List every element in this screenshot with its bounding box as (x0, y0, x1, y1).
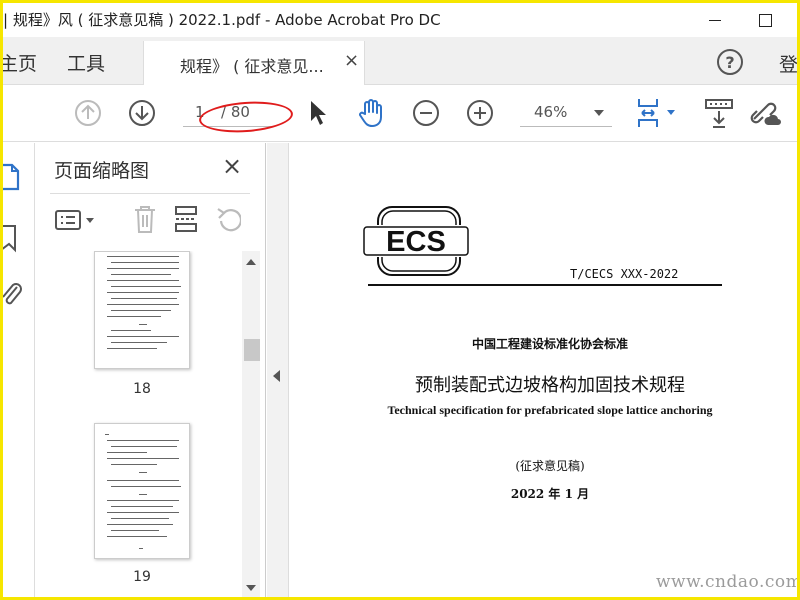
document-title: 预制装配式边坡格构加固技术规程 (415, 375, 685, 396)
tab-document-label: 规程》 ( 征求意见... (180, 57, 324, 76)
delete-page-icon[interactable] (132, 203, 158, 235)
document-title-english: Technical specification for prefabricate… (387, 403, 713, 417)
zoom-out-icon[interactable] (411, 98, 441, 128)
panel-close-icon[interactable]: × (222, 152, 242, 180)
sign-in-link[interactable]: 登 (779, 50, 797, 77)
thumbnail-page-18[interactable] (94, 251, 190, 369)
thumbnail-page-number: 19 (133, 569, 151, 585)
ecs-logo: ECS (360, 205, 472, 277)
thumbnails-scrollbar[interactable] (242, 251, 260, 597)
thumbnail-page-19[interactable] (94, 423, 190, 559)
header-rule (368, 284, 722, 286)
next-page-icon[interactable] (127, 98, 157, 128)
document-date: 2022 年 1 月 (510, 487, 590, 501)
bookmarks-icon[interactable] (3, 223, 23, 253)
tab-tools[interactable]: 工具 (67, 49, 105, 76)
hand-tool-icon[interactable] (355, 96, 387, 130)
title-bar: | 规程》风 ( 征求意见稿 ) 2022.1.pdf - Adobe Acro… (3, 3, 797, 37)
maximize-button[interactable] (743, 5, 787, 35)
draft-label: (征求意见稿) (515, 459, 585, 473)
thumbnail-page-number: 18 (133, 381, 151, 397)
page-thumbnails-icon[interactable] (3, 161, 23, 191)
document-view: ECS T/CECS XXX-2022 中国工程建设标准化协会标准 预制装配式边… (290, 143, 797, 597)
thumbnail-list: 18 19 (36, 251, 246, 597)
scrollbar-thumb[interactable] (244, 339, 260, 361)
association-name: 中国工程建设标准化协会标准 (471, 337, 628, 351)
panel-collapse-strip[interactable] (267, 143, 289, 597)
fit-page-icon[interactable] (635, 96, 681, 130)
tab-close-icon[interactable]: × (344, 50, 359, 71)
panel-divider (50, 193, 250, 194)
panel-title: 页面缩略图 (54, 160, 150, 182)
thumbnails-panel: 页面缩略图 × 18 19 (36, 143, 266, 597)
collapse-arrow-icon[interactable] (273, 370, 280, 382)
select-cursor-icon[interactable] (305, 98, 331, 128)
tab-home[interactable]: 主页 (3, 49, 37, 76)
scroll-up-arrow-icon[interactable] (246, 259, 256, 265)
insert-page-icon[interactable] (172, 203, 200, 235)
zoom-value: 46% (534, 103, 568, 121)
zoom-in-icon[interactable] (465, 98, 495, 128)
minimize-button[interactable] (693, 5, 737, 35)
keyboard-scroll-icon[interactable] (703, 96, 735, 130)
zoom-dropdown[interactable]: 46% (520, 99, 612, 127)
logo-text: ECS (386, 226, 446, 258)
previous-page-icon[interactable] (73, 98, 103, 128)
help-icon[interactable]: ? (717, 49, 743, 75)
left-nav-rail (3, 143, 35, 597)
share-link-icon[interactable] (747, 96, 783, 130)
options-menu-icon[interactable] (54, 205, 100, 235)
tab-bar: 主页 工具 规程》 ( 征求意见... × ? 登 (3, 37, 797, 85)
chevron-down-icon (594, 110, 604, 116)
scroll-down-arrow-icon[interactable] (246, 585, 256, 591)
rotate-page-icon[interactable] (214, 203, 242, 235)
watermark: www.cndao.com (656, 572, 797, 592)
panel-toolbar (36, 195, 266, 245)
attachments-icon[interactable] (3, 279, 25, 309)
acrobat-window: | 规程》风 ( 征求意见稿 ) 2022.1.pdf - Adobe Acro… (3, 3, 797, 597)
tab-document[interactable]: 规程》 ( 征求意见... × (143, 41, 365, 85)
standard-code: T/CECS XXX-2022 (570, 267, 679, 281)
main-toolbar: 1 / 80 46% (3, 86, 797, 142)
window-title: | 规程》风 ( 征求意见稿 ) 2022.1.pdf - Adobe Acro… (3, 11, 441, 29)
